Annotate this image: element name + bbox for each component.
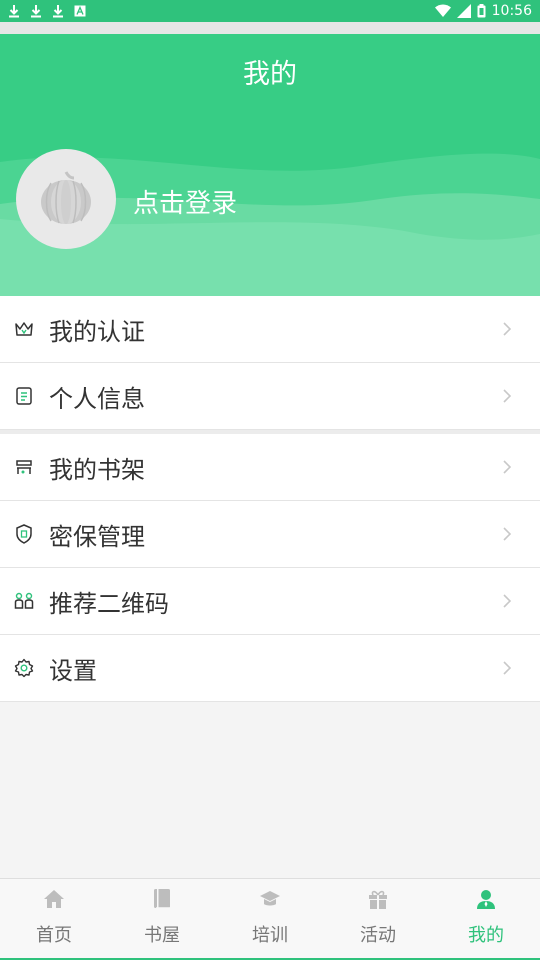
chevron-right-icon [502, 525, 512, 543]
header-top-divider [0, 22, 540, 34]
menu-item-security[interactable]: 密保管理 [0, 501, 540, 568]
signal-icon [456, 4, 471, 18]
shield-icon [14, 524, 34, 544]
crown-icon [14, 319, 34, 339]
bottom-nav: 首页 书屋 培训 活动 我的 [0, 878, 540, 960]
tab-activity[interactable]: 活动 [324, 879, 432, 960]
download-icon [30, 4, 42, 18]
chevron-right-icon [502, 659, 512, 677]
menu-item-label: 我的书架 [49, 455, 145, 484]
document-icon [14, 386, 34, 406]
tab-label: 活动 [360, 925, 396, 946]
pumpkin-icon [39, 168, 93, 230]
graduation-cap-icon [258, 887, 282, 911]
tab-training[interactable]: 培训 [216, 879, 324, 960]
menu-item-personal-info[interactable]: 个人信息 [0, 363, 540, 430]
chevron-right-icon [502, 458, 512, 476]
download-icon [8, 4, 20, 18]
gift-icon [366, 887, 390, 911]
profile-menu: 我的认证 个人信息 我的书架 密保管理 推荐二维码 设置 [0, 296, 540, 702]
menu-item-certification[interactable]: 我的认证 [0, 296, 540, 363]
menu-item-settings[interactable]: 设置 [0, 635, 540, 702]
gear-icon [14, 658, 34, 678]
status-bar: 10:56 [0, 0, 540, 22]
menu-item-label: 推荐二维码 [49, 589, 169, 618]
page-title: 我的 [243, 59, 297, 90]
tab-mine[interactable]: 我的 [432, 879, 540, 960]
bookshelf-icon [14, 457, 34, 477]
tab-label: 培训 [252, 925, 288, 946]
wifi-icon [434, 4, 451, 18]
battery-icon [477, 4, 486, 18]
chevron-right-icon [502, 387, 512, 405]
menu-item-bookshelf[interactable]: 我的书架 [0, 434, 540, 501]
home-icon [42, 887, 66, 911]
avatar[interactable] [16, 149, 116, 249]
tab-home[interactable]: 首页 [0, 879, 108, 960]
empty-area [0, 702, 540, 878]
profile-header: 我的 点击登录 [0, 34, 540, 296]
menu-item-label: 设置 [49, 656, 97, 685]
chevron-right-icon [502, 320, 512, 338]
menu-item-label: 个人信息 [49, 384, 145, 413]
login-link[interactable]: 点击登录 [133, 183, 237, 220]
book-icon [150, 887, 174, 911]
menu-item-label: 密保管理 [49, 522, 145, 551]
menu-item-qrcode[interactable]: 推荐二维码 [0, 568, 540, 635]
download-icon [52, 4, 64, 18]
tab-label: 首页 [36, 925, 72, 946]
tab-label: 我的 [468, 925, 504, 946]
user-icon [474, 887, 498, 911]
menu-item-label: 我的认证 [49, 317, 145, 346]
status-left-icons [8, 4, 86, 18]
text-icon [74, 4, 86, 18]
people-icon [14, 591, 34, 611]
status-time: 10:56 [491, 3, 532, 19]
tab-label: 书屋 [144, 925, 180, 946]
tab-bookstore[interactable]: 书屋 [108, 879, 216, 960]
chevron-right-icon [502, 592, 512, 610]
